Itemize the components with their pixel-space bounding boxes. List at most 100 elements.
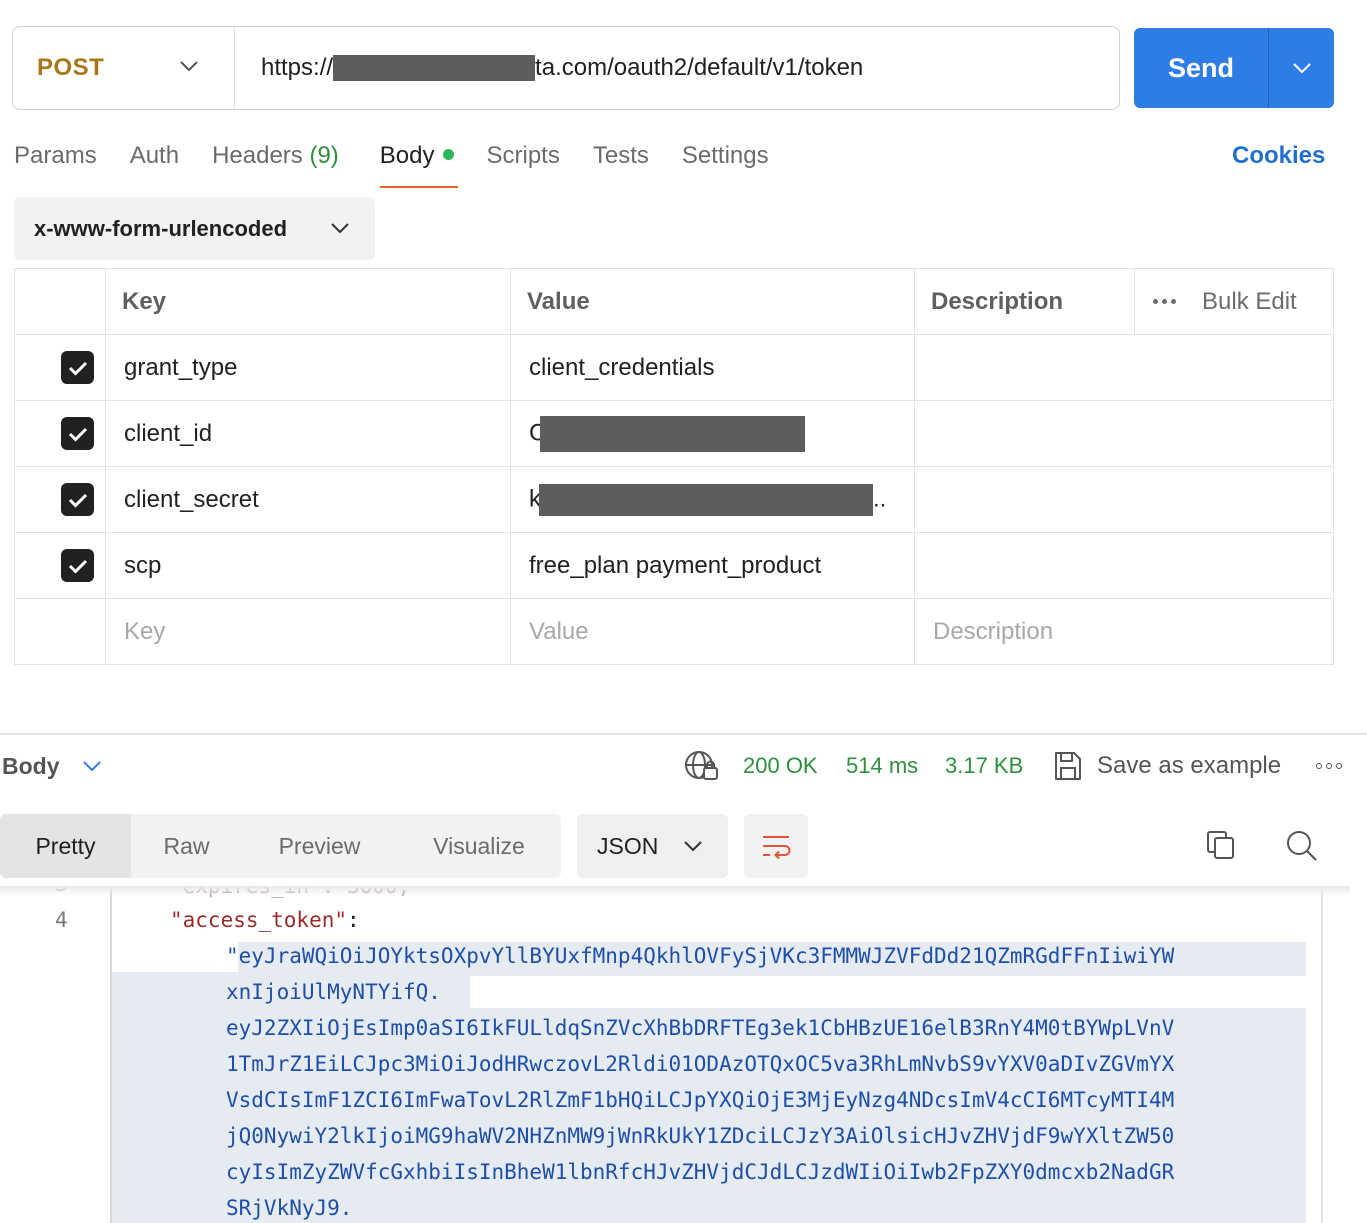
chevron-down-icon — [331, 223, 349, 234]
token-line: "eyJraWQiOiJOYktsOXpvYllBYUxfMnp4QkhlOVF… — [226, 944, 1175, 968]
checkmark-icon — [68, 493, 87, 508]
chevron-down-icon — [180, 61, 198, 72]
row-checkbox[interactable] — [61, 417, 94, 450]
panel-divider[interactable] — [0, 733, 1367, 735]
json-colon: : — [347, 908, 360, 932]
token-line: xnIjoiUlMyNTYifQ. — [226, 980, 441, 1004]
row-key[interactable]: grant_type — [105, 334, 511, 401]
more-options-icon[interactable] — [1153, 299, 1176, 304]
row-value[interactable]: free_plan payment_product — [510, 532, 915, 599]
row-value[interactable]: k.. — [510, 466, 915, 533]
line-number: 4 — [55, 908, 68, 932]
table-row: grant_type client_credentials — [14, 334, 1334, 401]
bulk-edit-link[interactable]: Bulk Edit — [1202, 288, 1297, 316]
empty-checkbox-cell — [14, 598, 106, 665]
value-placeholder[interactable]: Value — [510, 598, 915, 665]
row-value-ellipsis: .. — [873, 484, 887, 512]
tab-pretty[interactable]: Pretty — [0, 814, 131, 878]
tab-headers-label: Headers — [212, 142, 303, 169]
row-key[interactable]: scp — [105, 532, 511, 599]
table-row: client_secret k.. — [14, 466, 1334, 533]
table-row: client_id C — [14, 400, 1334, 467]
row-checkbox[interactable] — [61, 549, 94, 582]
response-view-tabs: Pretty Raw Preview Visualize — [0, 814, 561, 878]
search-icon[interactable] — [1285, 829, 1319, 863]
tab-scripts[interactable]: Scripts — [487, 136, 560, 188]
checkmark-icon — [68, 361, 87, 376]
key-placeholder[interactable]: Key — [105, 598, 511, 665]
tab-raw[interactable]: Raw — [131, 814, 242, 878]
description-placeholder[interactable]: Description — [914, 598, 1334, 665]
row-key[interactable]: client_secret — [105, 466, 511, 533]
format-dropdown[interactable]: JSON — [577, 814, 728, 878]
tab-auth[interactable]: Auth — [130, 136, 179, 188]
body-params-table: Key Value Description Bulk Edit grant_ty… — [14, 268, 1334, 665]
method-label: POST — [37, 54, 105, 81]
scroll-shadow — [0, 886, 1350, 896]
row-description[interactable] — [914, 400, 1334, 467]
status-code[interactable]: 200 OK — [743, 748, 818, 784]
response-time[interactable]: 514 ms — [846, 748, 918, 784]
chevron-down-icon — [1292, 63, 1311, 74]
tab-body[interactable]: Body — [379, 136, 458, 188]
header-actions: Bulk Edit — [1134, 268, 1334, 335]
header-description: Description — [914, 268, 1135, 335]
row-value[interactable]: C — [510, 400, 915, 467]
row-value[interactable]: client_credentials — [510, 334, 915, 401]
tab-params[interactable]: Params — [14, 136, 97, 188]
checkmark-icon — [68, 559, 87, 574]
token-line: 1TmJrZ1EiLCJpc3MiOiJodHRwczovL2Rldi01ODA… — [226, 1052, 1175, 1076]
copy-icon[interactable] — [1205, 829, 1237, 861]
headers-count: (9) — [309, 142, 339, 169]
body-type-label: x-www-form-urlencoded — [34, 215, 288, 241]
url-redaction — [333, 55, 536, 81]
response-code-view[interactable]: 3 "expires_in": 3600, 4 "access_token": … — [0, 886, 1350, 1223]
row-description[interactable] — [914, 466, 1334, 533]
globe-lock-icon[interactable] — [684, 750, 720, 782]
row-description[interactable] — [914, 532, 1334, 599]
send-label: Send — [1167, 52, 1234, 83]
tab-headers[interactable]: Headers (9) — [212, 136, 339, 188]
url-input[interactable]: https:// ta.com/oauth2/default/v1/token — [235, 27, 1119, 109]
header-value: Value — [510, 268, 915, 335]
tab-body-label: Body — [379, 142, 435, 169]
cookies-link[interactable]: Cookies — [1232, 136, 1325, 176]
response-size[interactable]: 3.17 KB — [945, 748, 1023, 784]
more-options-icon[interactable] — [1316, 763, 1342, 769]
tab-visualize[interactable]: Visualize — [397, 814, 561, 878]
value-redaction — [540, 415, 806, 452]
save-as-example-label: Save as example — [1097, 752, 1282, 779]
value-redaction — [539, 483, 873, 516]
method-dropdown[interactable]: POST — [13, 27, 235, 109]
row-key[interactable]: client_id — [105, 400, 511, 467]
chevron-down-icon — [684, 841, 702, 852]
checkmark-icon — [68, 427, 87, 442]
request-tabs: Params Auth Headers (9) Body Scripts Tes… — [14, 136, 802, 188]
token-line: VsdCIsImF1ZCI6ImFwaTovL2RlZmF1bHQiLCJpYX… — [226, 1088, 1175, 1112]
send-options-button[interactable] — [1268, 28, 1334, 108]
chevron-down-icon — [82, 761, 101, 772]
send-button[interactable]: Send — [1134, 28, 1334, 108]
tab-tests[interactable]: Tests — [593, 136, 649, 188]
json-key: "access_token" — [170, 908, 348, 932]
wrap-lines-button[interactable] — [744, 814, 808, 878]
row-checkbox[interactable] — [61, 351, 94, 384]
token-line: jQ0NywiY2lkIjoiMG9haWV2NHZnMW9jWnRkUkY1Z… — [226, 1124, 1175, 1148]
wrap-icon — [763, 836, 791, 859]
body-type-dropdown[interactable]: x-www-form-urlencoded — [14, 197, 375, 260]
row-checkbox[interactable] — [61, 483, 94, 516]
url-prefix: https:// — [261, 54, 334, 81]
code-line: "access_token": — [170, 902, 360, 938]
token-line: cyIsImZyZWVfcGxhbiIsInBheW1lbnRfcHJvZHVj… — [226, 1160, 1175, 1184]
save-icon — [1055, 752, 1081, 780]
response-body-dropdown[interactable]: Body — [2, 748, 102, 784]
table-header-row: Key Value Description Bulk Edit — [14, 268, 1334, 335]
save-as-example-button[interactable]: Save as example — [1053, 748, 1281, 784]
header-key: Key — [105, 268, 511, 335]
format-label: JSON — [597, 832, 659, 859]
tab-settings[interactable]: Settings — [682, 136, 769, 188]
tab-preview[interactable]: Preview — [242, 814, 397, 878]
row-description[interactable] — [914, 334, 1334, 401]
table-row: scp free_plan payment_product — [14, 532, 1334, 599]
body-modified-dot — [442, 149, 454, 160]
